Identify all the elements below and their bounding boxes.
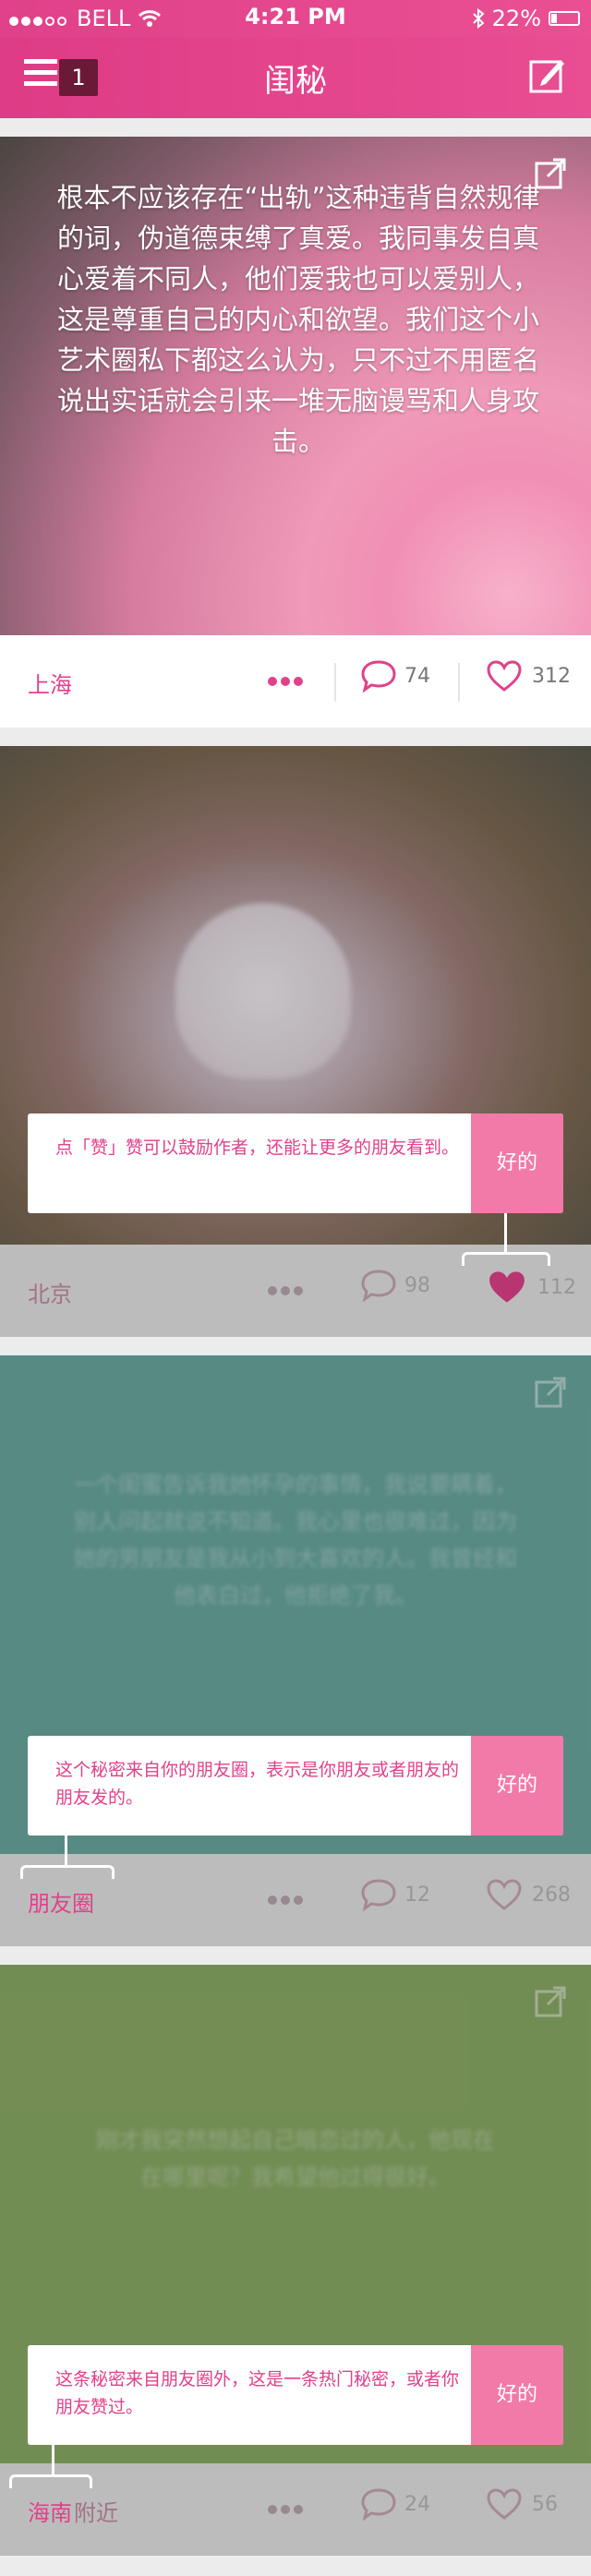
ok-button[interactable]: 好的 bbox=[471, 1736, 563, 1836]
secret-card[interactable]: 刚才我突然想起自己暗恋过的人，他现在在哪里呢？我希望他过得很好。 附近 24 5… bbox=[0, 1965, 591, 2556]
location-label: 海南 bbox=[28, 2500, 72, 2526]
nav-bar: 1 闺秘 bbox=[0, 37, 591, 118]
page-title: 闺秘 bbox=[264, 63, 327, 100]
bluetooth-icon bbox=[472, 8, 485, 29]
ok-button[interactable]: 好的 bbox=[471, 1113, 563, 1213]
dim-overlay bbox=[0, 746, 591, 1337]
status-bar: BELL 4:21 PM 22% bbox=[0, 0, 591, 37]
secret-card[interactable]: 北京 98 112 点「赞」赞可以鼓励作者，还能让更多的朋友看到。 好的 bbox=[0, 746, 591, 1337]
ok-button[interactable]: 好的 bbox=[471, 2345, 563, 2445]
heart-icon bbox=[487, 660, 522, 692]
tooltip-text: 这个秘密来自你的朋友圈，表示是你朋友或者朋友的朋友发的。 bbox=[55, 1760, 460, 1808]
battery-icon bbox=[549, 11, 580, 26]
comment-icon bbox=[361, 660, 396, 692]
tooltip-pointer bbox=[504, 1213, 507, 1252]
tooltip-like: 点「赞」赞可以鼓励作者，还能让更多的朋友看到。 好的 bbox=[28, 1113, 563, 1213]
tooltip-pointer-bracket bbox=[20, 1865, 115, 1879]
more-icon[interactable] bbox=[268, 672, 307, 690]
card-meta: 上海 74 312 bbox=[0, 635, 591, 728]
like-count: 312 bbox=[532, 664, 571, 688]
tooltip-pointer bbox=[65, 1836, 67, 1865]
tooltip-text: 点「赞」赞可以鼓励作者，还能让更多的朋友看到。 bbox=[55, 1138, 460, 1158]
dim-overlay bbox=[0, 1965, 591, 2556]
compose-icon[interactable] bbox=[528, 57, 565, 94]
tooltip-pointer bbox=[52, 2445, 54, 2474]
location-label: 上海 bbox=[28, 672, 72, 698]
like-button[interactable]: 312 bbox=[486, 659, 571, 692]
tooltip-text: 这条秘密来自朋友圈外，这是一条热门秘密，或者你朋友赞过。 bbox=[55, 2369, 460, 2417]
card-image: 根本不应该存在“出轨”这种违背自然规律的词，伪道德束缚了真爱。我同事发自真心爱着… bbox=[0, 137, 591, 635]
secret-text: 根本不应该存在“出轨”这种违背自然规律的词，伪道德束缚了真爱。我同事发自真心爱着… bbox=[56, 182, 540, 457]
comment-count: 74 bbox=[404, 664, 430, 688]
battery-percent: 22% bbox=[491, 6, 541, 31]
secret-card[interactable]: 根本不应该存在“出轨”这种违背自然规律的词，伪道德束缚了真爱。我同事发自真心爱着… bbox=[0, 137, 591, 728]
tooltip-pointer-bracket bbox=[9, 2474, 92, 2488]
tooltip-friends: 这个秘密来自你的朋友圈，表示是你朋友或者朋友的朋友发的。 好的 bbox=[28, 1736, 563, 1836]
location-label: 朋友圈 bbox=[28, 1891, 94, 1917]
secret-card[interactable]: 一个闺蜜告诉我她怀孕的事情，我说要瞒着，别人问起就说不知道。我心里也很难过，因为… bbox=[0, 1355, 591, 1946]
tooltip-pointer-bracket bbox=[462, 1252, 550, 1266]
battery-group: 22% bbox=[472, 6, 580, 31]
dim-overlay bbox=[0, 1355, 591, 1946]
comment-button[interactable]: 74 bbox=[360, 659, 430, 692]
tooltip-hot: 这条秘密来自朋友圈外，这是一条热门秘密，或者你朋友赞过。 好的 bbox=[28, 2345, 563, 2445]
